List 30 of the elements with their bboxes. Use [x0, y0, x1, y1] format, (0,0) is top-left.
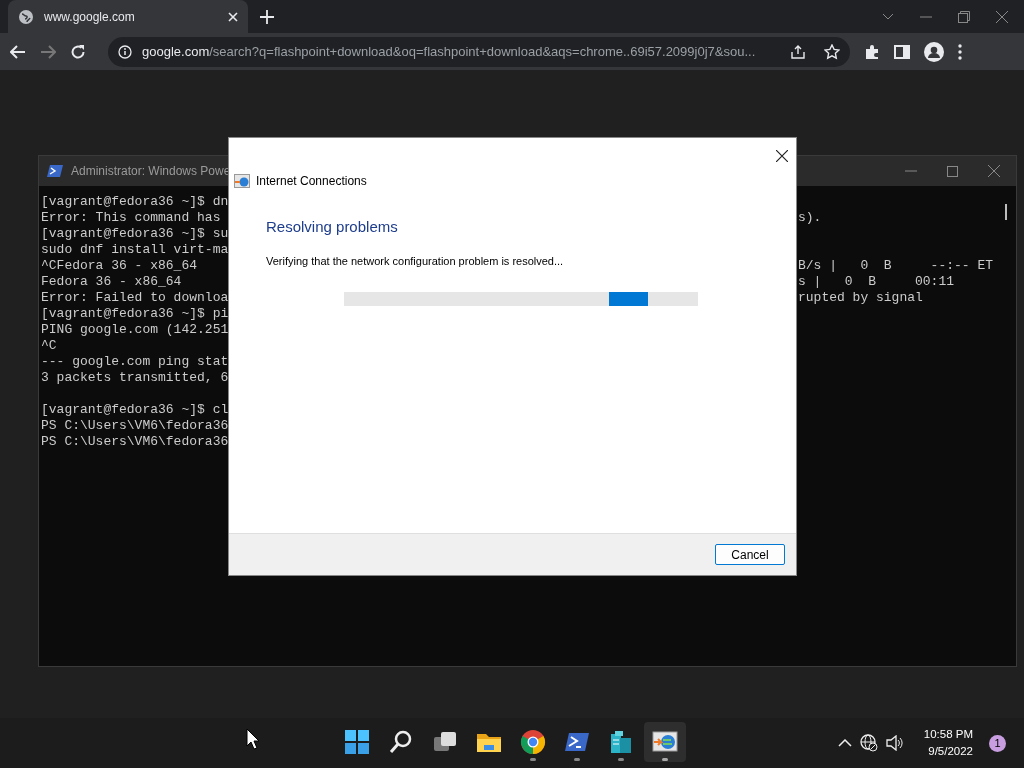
status-message: Verifying that the network configuration problem is resolved...	[266, 255, 565, 267]
terminal-line: sudo dnf install virt-ma	[41, 242, 230, 258]
terminal-line: PS C:\Users\VM6\fedora36	[41, 434, 230, 450]
clock-time[interactable]: 10:58 PM	[923, 726, 973, 743]
terminal-line: Error: This command has	[41, 210, 222, 226]
terminal-line: rupted by signal	[798, 290, 924, 306]
terminal-line: [vagrant@fedora36 ~]$ pi	[41, 306, 230, 322]
terminal-line: ^C	[41, 338, 58, 354]
terminal-line: s).	[798, 210, 823, 226]
tab-title: www.google.com	[44, 9, 136, 24]
dialog-title: Internet Connections	[256, 174, 367, 188]
terminal-line: [vagrant@fedora36 ~]$ dn	[41, 194, 230, 210]
clock-date[interactable]: 9/5/2022	[928, 743, 973, 760]
notification-badge[interactable]: 1	[989, 734, 1006, 752]
url-text: google.com/search?q=flashpoint+download&oq=flashpoint+download&aqs=chrome..69i57.2099j0j7&sou...	[142, 44, 757, 59]
dialog-heading: Resolving problems	[266, 218, 399, 235]
terminal-line: s | 0 B 00:11	[798, 274, 956, 290]
terminal-line: Error: Failed to downloa	[41, 290, 230, 306]
terminal-line: [vagrant@fedora36 ~]$ su	[41, 226, 230, 242]
terminal-line: 3 packets transmitted, 6	[41, 370, 230, 386]
terminal-line: --- google.com ping stat	[41, 354, 230, 370]
terminal-line: PS C:\Users\VM6\fedora36	[41, 418, 230, 434]
terminal-line: PING google.com (142.251	[41, 322, 230, 338]
browser-tab[interactable]: www.google.com	[8, 0, 248, 33]
address-bar[interactable]: google.com/search?q=flashpoint+download&oq=flashpoint+download&aqs=chrome..69i57.2099j0j7&sou...	[108, 36, 850, 67]
terminal-line: ^CFedora 36 - x86_64	[41, 258, 199, 274]
cancel-button[interactable]: Cancel	[715, 544, 785, 565]
terminal-line: Fedora 36 - x86_64	[41, 274, 183, 290]
terminal-line: [vagrant@fedora36 ~]$ cl	[41, 402, 230, 418]
terminal-line: B/s | 0 B --:-- ET	[798, 258, 995, 274]
